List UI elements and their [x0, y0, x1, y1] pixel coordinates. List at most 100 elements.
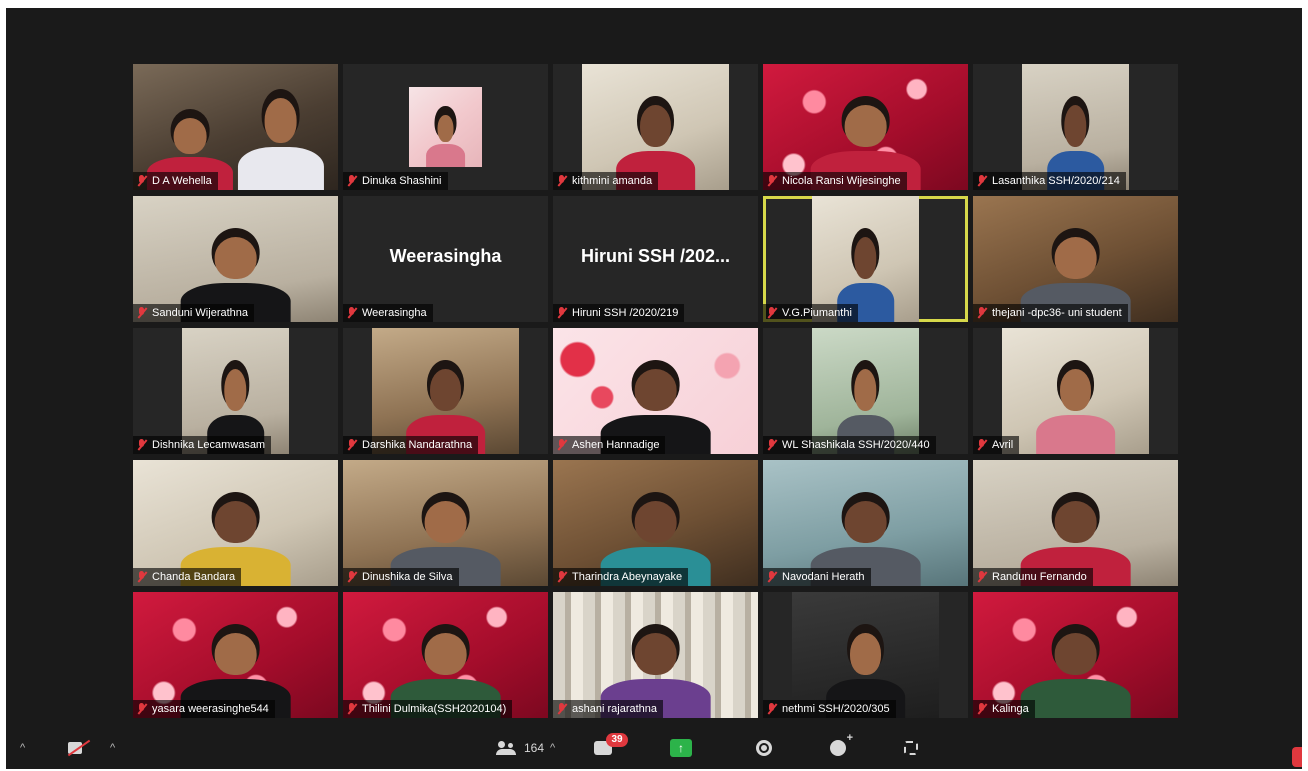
participant-name: kithmini amanda [572, 175, 653, 187]
record-button[interactable] [756, 727, 772, 769]
participant-tile[interactable]: V.G.Piumanthi [763, 196, 968, 322]
participant-tile[interactable]: Dinushika de Silva [343, 460, 548, 586]
participant-tile[interactable]: Dishnika Lecamwasam [133, 328, 338, 454]
chevron-up-icon[interactable]: ^ [110, 742, 115, 754]
participant-tile[interactable]: Ashen Hannadige [553, 328, 758, 454]
microphone-muted-icon [976, 439, 988, 451]
participant-name: Tharindra Abeynayake [572, 571, 683, 583]
meeting-window: D A Wehella Dinuka Shashini kithmini amand… [6, 8, 1302, 769]
participant-name-label: V.G.Piumanthi [763, 304, 858, 322]
record-icon [756, 740, 772, 756]
participant-name-label: Nicola Ransi Wijesinghe [763, 172, 907, 190]
microphone-muted-icon [346, 307, 358, 319]
participants-options-caret[interactable]: ^ [550, 727, 555, 769]
participant-name: WL Shashikala SSH/2020/440 [782, 439, 930, 451]
end-meeting-button-edge[interactable] [1292, 747, 1302, 767]
participant-tile[interactable]: Randunu Fernando [973, 460, 1178, 586]
microphone-muted-icon [976, 571, 988, 583]
participant-name: Sanduni Wijerathna [152, 307, 249, 319]
participant-name-label: Weerasingha [343, 304, 433, 322]
participant-tile[interactable]: Tharindra Abeynayake [553, 460, 758, 586]
participant-name-label: WL Shashikala SSH/2020/440 [763, 436, 936, 454]
participant-name: thejani -dpc36- uni student [992, 307, 1122, 319]
participant-name-label: thejani -dpc36- uni student [973, 304, 1128, 322]
participant-name-label: Lasanthika SSH/2020/214 [973, 172, 1126, 190]
microphone-muted-icon [976, 703, 988, 715]
audio-options-caret[interactable]: ^ [20, 727, 25, 769]
participant-name: Kalinga [992, 703, 1029, 715]
microphone-muted-icon [346, 175, 358, 187]
reactions-icon [830, 732, 853, 756]
participant-name: Darshika Nandarathna [362, 439, 473, 451]
participant-name: Dinushika de Silva [362, 571, 453, 583]
microphone-muted-icon [136, 571, 148, 583]
chevron-up-icon[interactable]: ^ [20, 742, 25, 754]
meeting-toolbar: ^ ^ 164 ^ 39 ↑ [6, 727, 1302, 769]
video-options-caret[interactable]: ^ [110, 727, 115, 769]
reactions-button[interactable] [830, 727, 853, 769]
microphone-muted-icon [766, 175, 778, 187]
participant-name: Dinuka Shashini [362, 175, 442, 187]
share-screen-icon: ↑ [670, 739, 692, 757]
apps-icon [904, 741, 918, 755]
participant-tile[interactable]: yasara weerasinghe544 [133, 592, 338, 718]
participant-name: Thilini Dulmika(SSH2020104) [362, 703, 507, 715]
participant-tile[interactable]: WL Shashikala SSH/2020/440 [763, 328, 968, 454]
participant-name: Chanda Bandara [152, 571, 236, 583]
microphone-muted-icon [556, 439, 568, 451]
microphone-muted-icon [136, 307, 148, 319]
participant-count: 164 [524, 741, 545, 755]
participant-tile[interactable]: Darshika Nandarathna [343, 328, 548, 454]
microphone-muted-icon [346, 439, 358, 451]
participant-name-label: Darshika Nandarathna [343, 436, 479, 454]
participant-figure [425, 115, 466, 168]
participant-name-label: Avril [973, 436, 1020, 454]
participant-video [1001, 328, 1150, 454]
participant-figure [1035, 369, 1116, 454]
microphone-muted-icon [346, 703, 358, 715]
participant-name-label: Dinushika de Silva [343, 568, 459, 586]
participant-name: Dishnika Lecamwasam [152, 439, 266, 451]
start-video-button[interactable] [68, 727, 90, 769]
participant-tile[interactable]: Kalinga [973, 592, 1178, 718]
participant-name-label: Ashen Hannadige [553, 436, 666, 454]
microphone-muted-icon [136, 175, 148, 187]
participant-name: nethmi SSH/2020/305 [782, 703, 890, 715]
participant-name-label: Thilini Dulmika(SSH2020104) [343, 700, 513, 718]
microphone-muted-icon [556, 307, 568, 319]
participant-tile[interactable]: Weerasingha Weerasingha [343, 196, 548, 322]
participant-name-label: yasara weerasinghe544 [133, 700, 275, 718]
participant-name-label: Hiruni SSH /2020/219 [553, 304, 685, 322]
participant-tile[interactable]: Sanduni Wijerathna [133, 196, 338, 322]
participant-tile[interactable]: kithmini amanda [553, 64, 758, 190]
participant-tile[interactable]: thejani -dpc36- uni student [973, 196, 1178, 322]
apps-button[interactable] [904, 727, 918, 769]
participant-tile[interactable]: ashani rajarathna [553, 592, 758, 718]
participant-tile[interactable]: Chanda Bandara [133, 460, 338, 586]
participant-tile[interactable]: Lasanthika SSH/2020/214 [973, 64, 1178, 190]
microphone-muted-icon [556, 175, 568, 187]
participant-name: Navodani Herath [782, 571, 865, 583]
participant-name-label: Tharindra Abeynayake [553, 568, 689, 586]
participant-tile[interactable]: Navodani Herath [763, 460, 968, 586]
participant-tile[interactable]: Avril [973, 328, 1178, 454]
participant-name: Nicola Ransi Wijesinghe [782, 175, 901, 187]
chat-button[interactable]: 39 [594, 727, 628, 769]
microphone-muted-icon [766, 307, 778, 319]
share-screen-button[interactable]: ↑ [670, 727, 692, 769]
participant-name: yasara weerasinghe544 [152, 703, 269, 715]
participant-name: ashani rajarathna [572, 703, 658, 715]
participant-tile[interactable]: nethmi SSH/2020/305 [763, 592, 968, 718]
participant-name-label: Sanduni Wijerathna [133, 304, 255, 322]
microphone-muted-icon [976, 175, 988, 187]
participant-name-label: ashani rajarathna [553, 700, 664, 718]
participant-tile[interactable]: Hiruni SSH /202... Hiruni SSH /2020/219 [553, 196, 758, 322]
participant-tile[interactable]: Nicola Ransi Wijesinghe [763, 64, 968, 190]
participant-tile[interactable]: Dinuka Shashini [343, 64, 548, 190]
participants-button[interactable]: 164 [496, 727, 544, 769]
participant-name-label: kithmini amanda [553, 172, 659, 190]
participant-tile[interactable]: Thilini Dulmika(SSH2020104) [343, 592, 548, 718]
participant-tile[interactable]: D A Wehella [133, 64, 338, 190]
chevron-up-icon[interactable]: ^ [550, 742, 555, 754]
participant-video [408, 86, 483, 168]
